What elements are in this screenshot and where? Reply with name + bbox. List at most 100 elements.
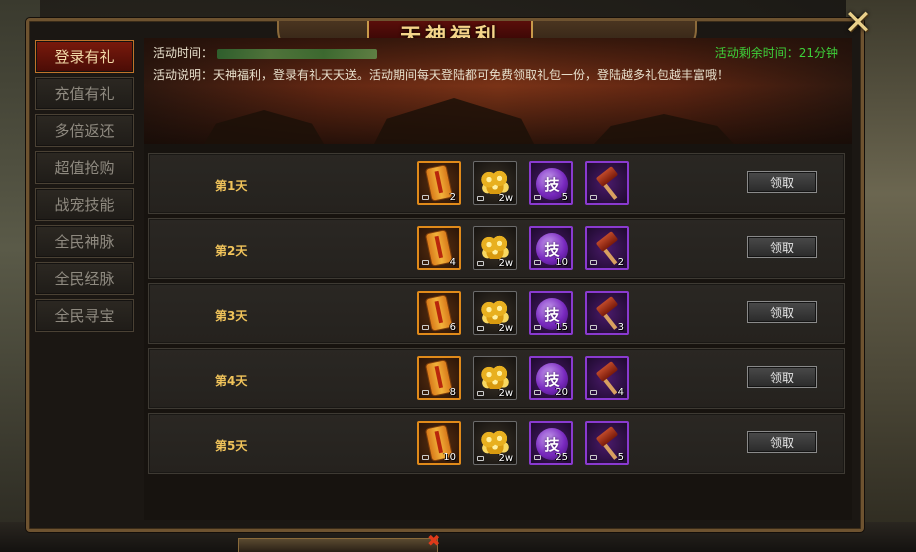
reward-items: 4 2w 技 10 2 [417, 226, 629, 270]
reward-items: 8 2w 技 20 4 [417, 356, 629, 400]
skill-glyph: 技 [544, 175, 560, 194]
reward-item-slot[interactable]: 8 [417, 356, 461, 400]
gold-coins-icon [480, 365, 510, 389]
bound-lock-icon [534, 195, 541, 200]
item-quantity: 10 [555, 257, 568, 268]
item-quantity: 8 [449, 387, 456, 398]
close-button[interactable]: ✕ [836, 6, 880, 40]
reward-row: 第4天 8 2w 技 20 4 领取 [148, 348, 845, 409]
reward-item-slot[interactable]: 4 [585, 356, 629, 400]
bound-lock-icon [590, 325, 597, 330]
reward-item-slot[interactable]: 2w [473, 161, 517, 205]
sidebar-tab[interactable]: 战宠技能 [35, 188, 134, 221]
content-panel: 活动时间： 活动剩余时间：21分钟 活动说明：天神福利，登录有礼天天送。活动期间… [144, 38, 852, 520]
day-label: 第3天 [215, 309, 248, 323]
item-quantity: 6 [449, 322, 456, 333]
event-time-line: 活动时间： [153, 44, 377, 61]
bound-lock-icon [477, 391, 484, 396]
reward-row: 第2天 4 2w 技 10 2 领取 [148, 218, 845, 279]
reward-row: 第5天 10 2w 技 25 5 领取 [148, 413, 845, 474]
item-quantity: 5 [561, 192, 568, 203]
item-quantity: 20 [555, 387, 568, 398]
sidebar: 登录有礼充值有礼多倍返还超值抢购战宠技能全民神脉全民经脉全民寻宝 [35, 40, 135, 336]
reward-item-slot[interactable]: 2w [473, 291, 517, 335]
scroll-icon [425, 295, 453, 331]
claim-button[interactable]: 领取 [747, 301, 817, 323]
bound-lock-icon [477, 456, 484, 461]
bottom-hud-bar [238, 538, 438, 552]
sidebar-tab[interactable]: 全民寻宝 [35, 299, 134, 332]
sidebar-tab[interactable]: 多倍返还 [35, 114, 134, 147]
scroll-icon [425, 165, 453, 201]
day-label: 第5天 [215, 439, 248, 453]
item-quantity: 10 [443, 452, 456, 463]
reward-item-slot[interactable]: 2w [473, 356, 517, 400]
item-quantity: 2w [498, 388, 513, 399]
claim-button[interactable]: 领取 [747, 236, 817, 258]
bound-lock-icon [590, 455, 597, 460]
claim-button[interactable]: 领取 [747, 171, 817, 193]
bound-lock-icon [590, 195, 597, 200]
gold-coins-icon [480, 170, 510, 194]
reward-items: 10 2w 技 25 5 [417, 421, 629, 465]
day-label: 第2天 [215, 244, 248, 258]
reward-item-slot[interactable] [585, 161, 629, 205]
reward-item-slot[interactable]: 10 [417, 421, 461, 465]
reward-item-slot[interactable]: 技5 [529, 161, 573, 205]
bound-lock-icon [422, 455, 429, 460]
bound-lock-icon [422, 390, 429, 395]
item-quantity: 4 [617, 387, 624, 398]
item-quantity: 2 [617, 257, 624, 268]
bound-lock-icon [534, 390, 541, 395]
bound-lock-icon [477, 196, 484, 201]
sidebar-tab[interactable]: 超值抢购 [35, 151, 134, 184]
day-label: 第1天 [215, 179, 248, 193]
event-banner: 活动时间： 活动剩余时间：21分钟 活动说明：天神福利，登录有礼天天送。活动期间… [144, 38, 852, 144]
event-time-label: 活动时间： [153, 46, 214, 60]
sidebar-tab[interactable]: 全民神脉 [35, 225, 134, 258]
reward-item-slot[interactable]: 3 [585, 291, 629, 335]
sidebar-tab[interactable]: 充值有礼 [35, 77, 134, 110]
item-quantity: 2w [498, 193, 513, 204]
reward-item-slot[interactable]: 2w [473, 226, 517, 270]
sidebar-tab[interactable]: 登录有礼 [35, 40, 134, 73]
reward-item-slot[interactable]: 技 15 [529, 291, 573, 335]
banner-scenery [204, 110, 324, 144]
claim-button[interactable]: 领取 [747, 431, 817, 453]
item-quantity: 4 [449, 257, 456, 268]
gold-coins-icon [480, 430, 510, 454]
scroll-icon [425, 360, 453, 396]
reward-item-slot[interactable]: 6 [417, 291, 461, 335]
bottom-close-icon[interactable]: ✖ [427, 531, 440, 550]
hammer-icon [593, 166, 625, 201]
bound-lock-icon [534, 260, 541, 265]
banner-scenery [594, 114, 734, 144]
event-description: 活动说明：天神福利，登录有礼天天送。活动期间每天登陆都可免费领取礼包一份，登陆越… [153, 68, 730, 82]
bound-lock-icon [534, 325, 541, 330]
item-quantity: 25 [555, 452, 568, 463]
reward-item-slot[interactable]: 技 25 [529, 421, 573, 465]
reward-item-slot[interactable]: 2w [473, 421, 517, 465]
day-label: 第4天 [215, 374, 248, 388]
bound-lock-icon [534, 455, 541, 460]
item-quantity: 2w [498, 258, 513, 269]
reward-item-slot[interactable]: 4 [417, 226, 461, 270]
reward-item-slot[interactable]: 2 [585, 226, 629, 270]
reward-item-slot[interactable]: 2 [417, 161, 461, 205]
item-quantity: 2 [449, 192, 456, 203]
banner-scenery [374, 98, 534, 144]
bound-lock-icon [422, 195, 429, 200]
reward-item-slot[interactable]: 技 20 [529, 356, 573, 400]
bound-lock-icon [422, 260, 429, 265]
reward-item-slot[interactable]: 技 10 [529, 226, 573, 270]
bound-lock-icon [590, 390, 597, 395]
item-quantity: 3 [617, 322, 624, 333]
sidebar-tab[interactable]: 全民经脉 [35, 262, 134, 295]
close-icon: ✕ [843, 3, 873, 43]
item-quantity: 5 [617, 452, 624, 463]
claim-button[interactable]: 领取 [747, 366, 817, 388]
reward-row: 第1天 2 2w 技 5 领取 [148, 153, 845, 214]
gold-coins-icon [480, 300, 510, 324]
reward-item-slot[interactable]: 5 [585, 421, 629, 465]
item-quantity: 15 [555, 322, 568, 333]
